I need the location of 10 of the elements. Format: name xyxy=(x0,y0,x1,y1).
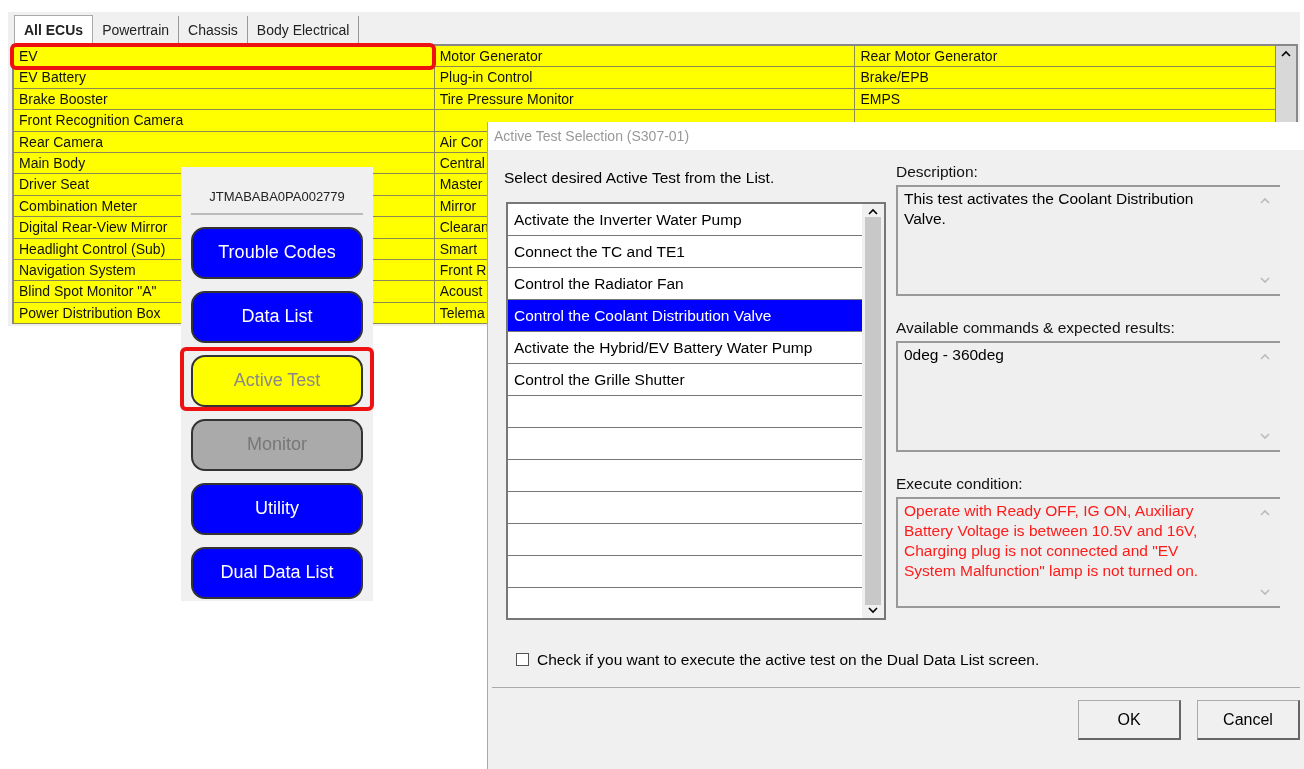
condition-text: Operate with Ready OFF, IG ON, Auxiliary Battery Voltage is between 10.5V and 16V, Charging plug is not connected and "EV System Malfunction" lamp is not turned on. xyxy=(904,501,1200,581)
dialog-title: Active Test Selection (S307-01) xyxy=(488,122,1304,150)
vin-label: JTMABABA0PA002779 xyxy=(208,188,346,206)
field-label: Available commands & expected results: xyxy=(896,318,1176,336)
checkbox-label: Check if you want to execute the active test on the Dual Data List screen. xyxy=(537,650,1040,670)
instruction-text: Select desired Active Test from the List. xyxy=(504,168,775,188)
field-label: Execute condition: xyxy=(896,474,1024,492)
field-label: Description: xyxy=(896,162,979,180)
description-text: This test activates the Coolant Distribution Valve. xyxy=(904,189,1195,229)
commands-text: 0deg - 360deg xyxy=(904,345,1005,365)
